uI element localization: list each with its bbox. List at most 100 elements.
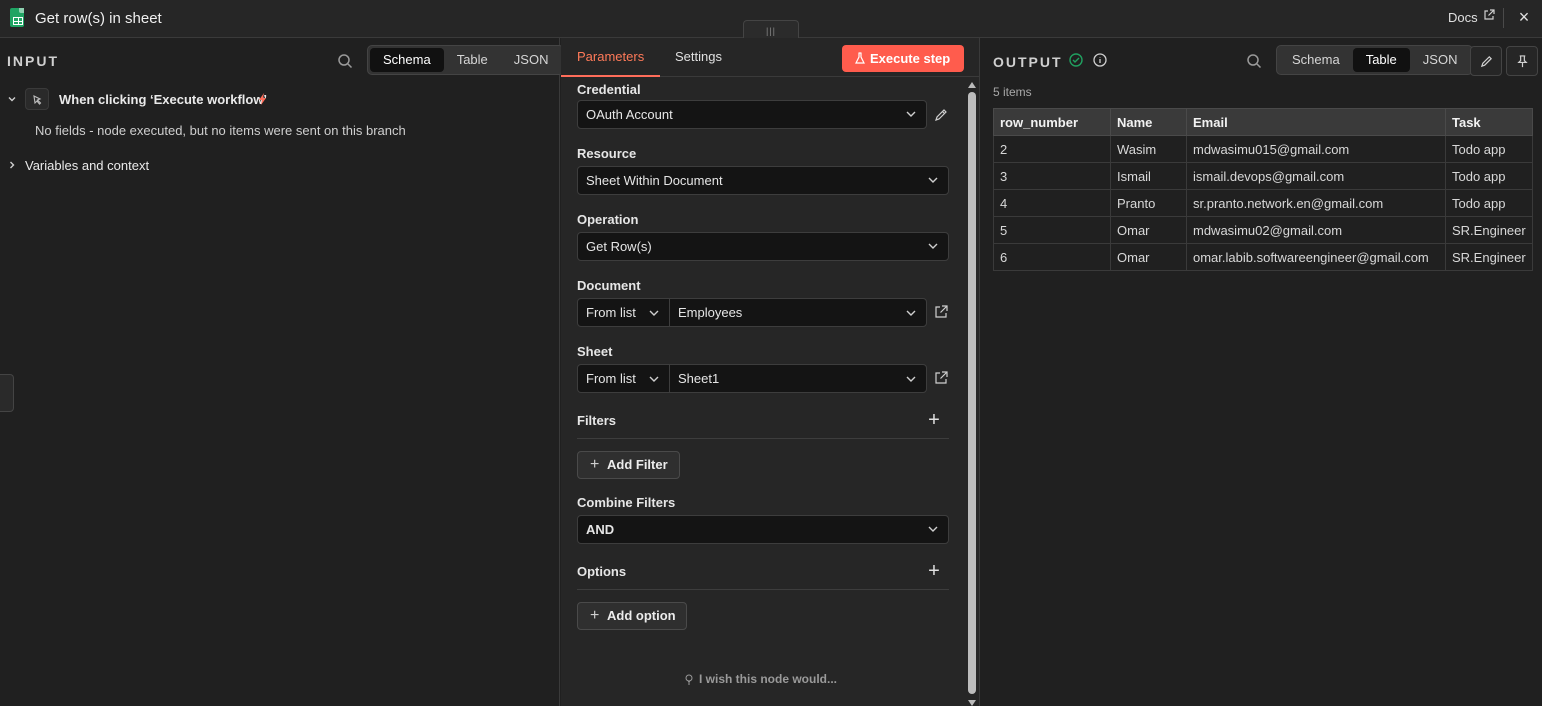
table-cell[interactable]: Ismail — [1110, 162, 1187, 190]
document-picker: From list Employees — [577, 298, 927, 327]
add-filter-button[interactable]: + Add Filter — [577, 451, 680, 479]
add-filter-plus-icon[interactable]: + — [927, 410, 941, 430]
output-label: OUTPUT — [993, 54, 1063, 70]
search-icon[interactable] — [1246, 53, 1262, 69]
table-cell[interactable]: omar.labib.softwareengineer@gmail.com — [1186, 243, 1446, 271]
execute-step-label: Execute step — [870, 51, 951, 66]
document-value-select[interactable]: Employees — [669, 298, 927, 327]
column-header[interactable]: row_number — [993, 108, 1111, 136]
tab-settings[interactable]: Settings — [675, 49, 722, 64]
combine-filters-value: AND — [586, 522, 615, 537]
table-cell[interactable]: 2 — [993, 135, 1111, 163]
document-value: Employees — [678, 305, 743, 320]
input-label: INPUT — [7, 53, 59, 69]
active-tab-indicator — [561, 75, 660, 77]
chevron-down-icon — [928, 526, 938, 532]
output-tab-table[interactable]: Table — [1352, 48, 1410, 72]
output-tab-schema[interactable]: Schema — [1279, 48, 1353, 72]
sheet-value: Sheet1 — [678, 371, 720, 386]
options-label: Options — [577, 564, 627, 579]
table-cell[interactable]: Omar — [1110, 216, 1187, 244]
table-row: 2 Wasim mdwasimu015@gmail.com Todo app — [993, 135, 1533, 163]
pencil-icon[interactable] — [934, 108, 948, 122]
table-cell[interactable]: SR.Engineer — [1445, 216, 1533, 244]
credential-select[interactable]: OAuth Account — [577, 100, 927, 129]
add-option-plus-icon[interactable]: + — [927, 561, 941, 581]
variables-context-toggle[interactable]: Variables and context — [25, 158, 149, 173]
table-cell[interactable]: Todo app — [1445, 135, 1533, 163]
docs-link[interactable]: Docs — [1448, 10, 1478, 25]
scroll-up-arrow[interactable] — [968, 82, 976, 88]
output-view-switch: Schema Table JSON — [1276, 45, 1474, 75]
table-cell[interactable]: sr.pranto.network.en@gmail.com — [1186, 189, 1446, 217]
table-cell[interactable]: 6 — [993, 243, 1111, 271]
chevron-down-icon[interactable] — [7, 94, 17, 104]
collapse-panel-handle[interactable] — [0, 374, 14, 412]
search-icon[interactable] — [337, 53, 353, 69]
external-link-icon[interactable] — [934, 305, 948, 319]
sheet-label: Sheet — [577, 344, 613, 359]
input-tab-table[interactable]: Table — [444, 48, 501, 72]
resource-value: Sheet Within Document — [586, 173, 723, 188]
chevron-down-icon — [906, 111, 916, 117]
add-filter-label: Add Filter — [607, 457, 668, 472]
table-cell[interactable]: ismail.devops@gmail.com — [1186, 162, 1446, 190]
sheet-mode-select[interactable]: From list — [577, 364, 670, 393]
combine-filters-select[interactable]: AND — [577, 515, 949, 544]
output-tab-json[interactable]: JSON — [1410, 48, 1471, 72]
info-icon[interactable] — [1093, 53, 1107, 67]
close-icon[interactable]: × — [1517, 8, 1531, 26]
resource-select[interactable]: Sheet Within Document — [577, 166, 949, 195]
document-label: Document — [577, 278, 641, 293]
chevron-right-icon[interactable] — [7, 160, 17, 170]
table-cell[interactable]: SR.Engineer — [1445, 243, 1533, 271]
table-cell[interactable]: Todo app — [1445, 162, 1533, 190]
table-cell[interactable]: 5 — [993, 216, 1111, 244]
title-divider — [1503, 8, 1504, 28]
column-header[interactable]: Email — [1186, 108, 1446, 136]
table-cell[interactable]: 4 — [993, 189, 1111, 217]
tab-parameters[interactable]: Parameters — [577, 49, 644, 64]
execute-step-button[interactable]: Execute step — [842, 45, 964, 72]
table-cell[interactable]: mdwasimu02@gmail.com — [1186, 216, 1446, 244]
chevron-down-icon — [906, 310, 916, 316]
chevron-down-icon — [649, 310, 659, 316]
add-option-button[interactable]: + Add option — [577, 602, 687, 630]
flask-icon — [855, 52, 865, 64]
google-sheets-icon — [10, 8, 24, 27]
table-row: 3 Ismail ismail.devops@gmail.com Todo app — [993, 162, 1533, 190]
edit-output-button[interactable] — [1470, 46, 1502, 76]
output-panel: OUTPUT Schema Table JSON 5 items row_num… — [981, 38, 1542, 706]
lightning-icon — [259, 93, 266, 105]
external-link-icon[interactable] — [1483, 9, 1495, 21]
feedback-label: I wish this node would... — [699, 672, 837, 686]
document-mode-select[interactable]: From list — [577, 298, 670, 327]
operation-value: Get Row(s) — [586, 239, 652, 254]
pin-output-button[interactable] — [1506, 46, 1538, 76]
add-option-label: Add option — [607, 608, 676, 623]
table-cell[interactable]: Omar — [1110, 243, 1187, 271]
parameters-panel: Parameters Settings Execute step Credent… — [561, 38, 980, 706]
table-cell[interactable]: Wasim — [1110, 135, 1187, 163]
column-header[interactable]: Task — [1445, 108, 1533, 136]
input-tab-schema[interactable]: Schema — [370, 48, 444, 72]
column-header[interactable]: Name — [1110, 108, 1187, 136]
chevron-down-icon — [928, 177, 938, 183]
panel-drag-handle[interactable]: ||| — [743, 20, 799, 38]
scroll-down-arrow[interactable] — [968, 700, 976, 706]
table-row: 6 Omar omar.labib.softwareengineer@gmail.c… — [993, 243, 1533, 271]
table-cell[interactable]: Todo app — [1445, 189, 1533, 217]
table-cell[interactable]: mdwasimu015@gmail.com — [1186, 135, 1446, 163]
no-fields-message: No fields - node executed, but no items … — [35, 123, 406, 138]
sheet-value-select[interactable]: Sheet1 — [669, 364, 927, 393]
table-cell[interactable]: Pranto — [1110, 189, 1187, 217]
external-link-icon[interactable] — [934, 371, 948, 385]
operation-select[interactable]: Get Row(s) — [577, 232, 949, 261]
trigger-node-label[interactable]: When clicking ‘Execute workflow’ — [59, 92, 267, 107]
chevron-down-icon — [928, 243, 938, 249]
feedback-link[interactable]: I wish this node would... — [685, 672, 837, 686]
table-row: 5 Omar mdwasimu02@gmail.com SR.Engineer — [993, 216, 1533, 244]
scrollbar-thumb[interactable] — [968, 92, 976, 694]
table-cell[interactable]: 3 — [993, 162, 1111, 190]
input-tab-json[interactable]: JSON — [501, 48, 562, 72]
